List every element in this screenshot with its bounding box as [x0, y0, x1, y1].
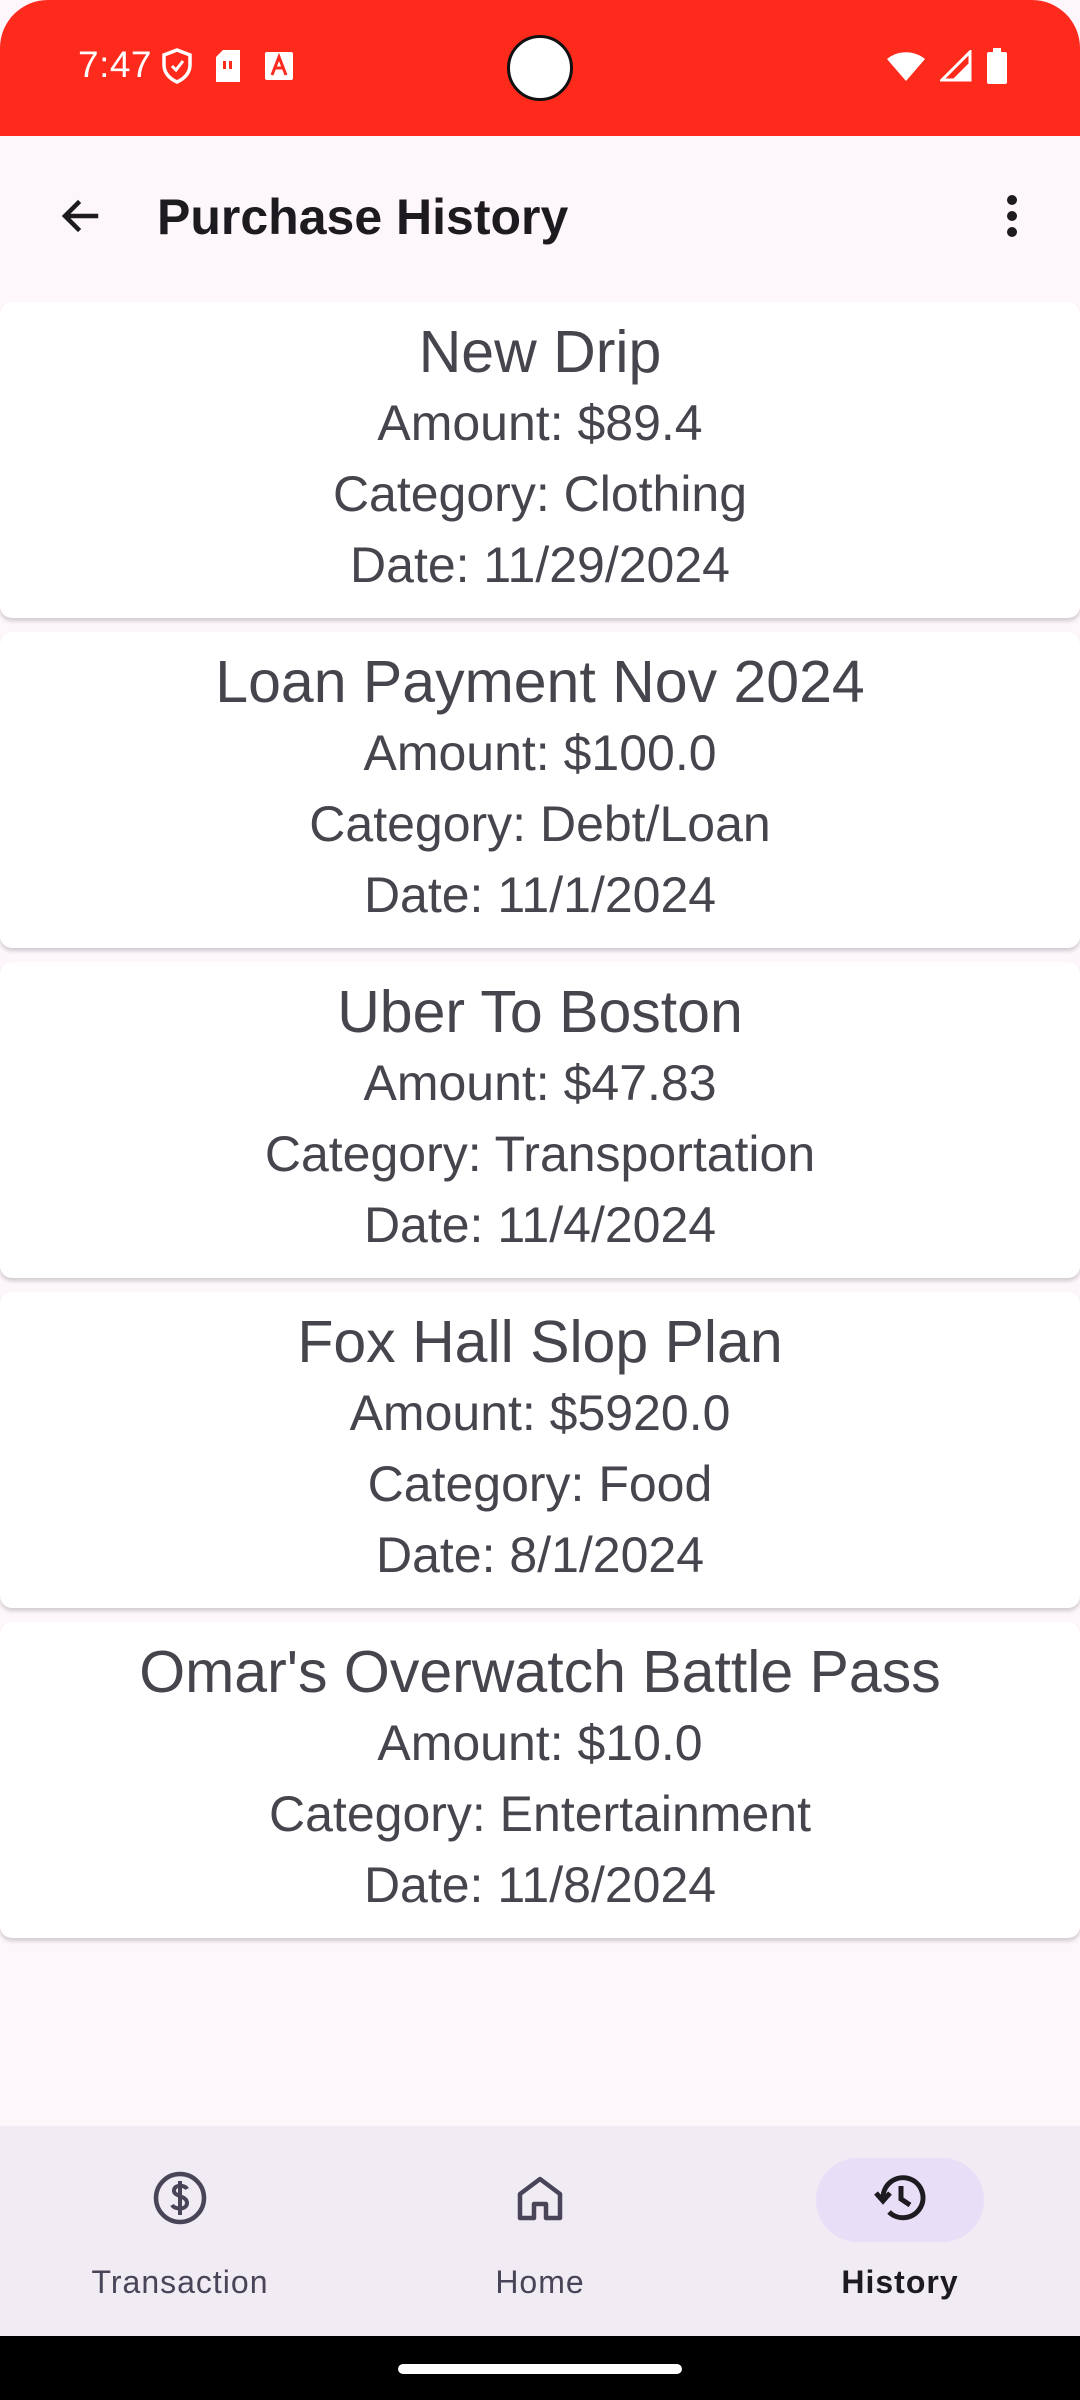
purchase-amount: Amount: $5920.0 [349, 1385, 731, 1441]
status-icons-left [162, 48, 294, 89]
purchase-list: New Drip Amount: $89.4 Category: Clothin… [0, 302, 1080, 1952]
gesture-navigation-area [0, 2336, 1080, 2400]
battery-icon [986, 48, 1008, 89]
more-options-button[interactable] [968, 174, 1056, 262]
purchase-category: Category: Clothing [332, 466, 748, 522]
nav-item-transaction[interactable]: Transaction [0, 2126, 360, 2336]
purchase-category: Category: Transportation [264, 1126, 816, 1182]
font-download-icon [264, 51, 294, 86]
purchase-card[interactable]: Loan Payment Nov 2024 Amount: $100.0 Cat… [0, 632, 1080, 948]
purchase-title: Omar's Overwatch Battle Pass [139, 1639, 941, 1705]
arrow-back-icon [56, 192, 104, 245]
purchase-card[interactable]: Uber To Boston Amount: $47.83 Category: … [0, 962, 1080, 1278]
nav-label-home: Home [495, 2264, 585, 2300]
purchase-card[interactable]: New Drip Amount: $89.4 Category: Clothin… [0, 302, 1080, 618]
purchase-title: Loan Payment Nov 2024 [215, 649, 865, 715]
nav-label-history: History [841, 2264, 959, 2300]
history-icon [873, 2171, 927, 2230]
purchase-amount: Amount: $10.0 [377, 1715, 703, 1771]
purchase-date: Date: 11/8/2024 [363, 1857, 717, 1913]
purchase-title: New Drip [418, 319, 662, 385]
back-button[interactable] [36, 174, 124, 262]
purchase-date: Date: 11/29/2024 [350, 537, 730, 593]
nav-indicator-active [816, 2158, 984, 2242]
purchase-category: Category: Entertainment [269, 1786, 811, 1842]
nav-item-home[interactable]: Home [360, 2126, 720, 2336]
status-time: 7:47 [78, 44, 153, 85]
front-camera [507, 35, 573, 101]
more-vert-icon [1004, 192, 1020, 245]
purchase-date: Date: 11/1/2024 [363, 867, 717, 923]
dollar-circle-icon [152, 2170, 208, 2231]
purchase-date: Date: 8/1/2024 [375, 1527, 705, 1583]
purchase-category: Category: Food [367, 1456, 713, 1512]
purchase-card[interactable]: Omar's Overwatch Battle Pass Amount: $10… [0, 1622, 1080, 1938]
signal-icon [938, 48, 972, 87]
status-bar: 7:47 [0, 0, 1080, 136]
nav-label-transaction: Transaction [91, 2264, 269, 2300]
purchase-title: Fox Hall Slop Plan [297, 1309, 783, 1375]
nav-indicator [456, 2158, 624, 2242]
nav-indicator [96, 2158, 264, 2242]
purchase-amount: Amount: $47.83 [363, 1055, 717, 1111]
top-app-bar: Purchase History [0, 136, 1080, 300]
shield-icon [162, 48, 192, 89]
sim-card-icon [214, 49, 242, 88]
purchase-card[interactable]: Fox Hall Slop Plan Amount: $5920.0 Categ… [0, 1292, 1080, 1608]
purchase-category: Category: Debt/Loan [309, 796, 771, 852]
purchase-amount: Amount: $89.4 [377, 395, 703, 451]
home-icon [514, 2172, 566, 2229]
wifi-icon [886, 50, 926, 87]
nav-item-history[interactable]: History [720, 2126, 1080, 2336]
purchase-date: Date: 11/4/2024 [363, 1197, 717, 1253]
purchase-title: Uber To Boston [337, 979, 743, 1045]
purchase-amount: Amount: $100.0 [363, 725, 717, 781]
bottom-navigation: Transaction Home History [0, 2126, 1080, 2336]
gesture-handle[interactable] [398, 2364, 682, 2374]
status-icons-right [886, 48, 1008, 89]
page-title: Purchase History [157, 189, 569, 245]
